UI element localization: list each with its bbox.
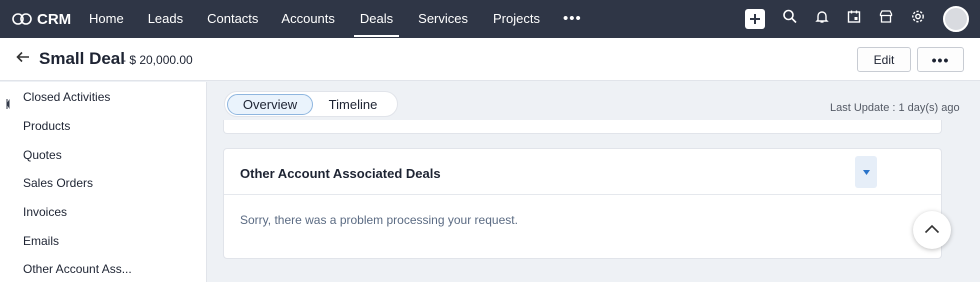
sidebar-item-products[interactable]: Products <box>23 119 70 133</box>
crm-logo-icon <box>12 12 32 26</box>
more-actions-button[interactable]: ••• <box>917 47 964 72</box>
gear-icon[interactable] <box>911 9 926 29</box>
nav-tab-home[interactable]: Home <box>89 0 124 38</box>
search-icon[interactable] <box>783 9 798 29</box>
chevron-up-icon <box>924 221 940 239</box>
sidebar-item-closed-activities[interactable]: Closed Activities <box>23 90 110 104</box>
other-account-deals-panel: Other Account Associated Deals Sorry, th… <box>223 148 942 259</box>
plus-icon[interactable] <box>745 9 765 29</box>
sidebar-item-invoices[interactable]: Invoices <box>23 205 67 219</box>
panel-header: Other Account Associated Deals <box>224 149 941 195</box>
sidebar-item-other-account-associated-deals[interactable]: Other Account Ass... <box>23 262 132 276</box>
sidebar-item-sales-orders[interactable]: Sales Orders <box>23 176 93 190</box>
nav-tabs: Home Leads Contacts Accounts Deals Servi… <box>88 0 582 38</box>
caret-down-icon <box>862 168 870 177</box>
scroll-to-top-button[interactable] <box>913 211 951 249</box>
collapse-handle-icon[interactable] <box>6 97 10 109</box>
nav-tab-accounts[interactable]: Accounts <box>281 0 334 38</box>
deal-title: Small Deal <box>39 49 125 68</box>
tab-overview[interactable]: Overview <box>227 94 313 115</box>
related-list-sidebar: Closed Activities Products Quotes Sales … <box>0 82 207 282</box>
panel-title: Other Account Associated Deals <box>240 166 441 181</box>
sidebar-item-emails[interactable]: Emails <box>23 234 59 248</box>
tab-timeline[interactable]: Timeline <box>317 94 389 115</box>
calendar-icon[interactable] <box>847 9 862 29</box>
view-tabs: Overview Timeline <box>224 91 398 117</box>
bell-icon[interactable] <box>815 9 830 29</box>
nav-tab-leads[interactable]: Leads <box>148 0 183 38</box>
sidebar-item-quotes[interactable]: Quotes <box>23 148 62 162</box>
brand[interactable]: CRM <box>12 11 88 28</box>
back-arrow-icon[interactable] <box>16 50 30 68</box>
nav-tab-deals[interactable]: Deals <box>353 0 400 38</box>
record-header: Small Deal - $ 20,000.00 Edit ••• <box>0 38 980 81</box>
nav-more-button[interactable]: ••• <box>563 0 582 38</box>
nav-tab-projects[interactable]: Projects <box>493 0 540 38</box>
top-navigation: CRM Home Leads Contacts Accounts Deals S… <box>0 0 980 38</box>
brand-name: CRM <box>37 10 72 28</box>
nav-tab-services[interactable]: Services <box>418 0 468 38</box>
last-update-text: Last Update : 1 day(s) ago <box>830 102 960 114</box>
panel-dropdown-button[interactable] <box>855 156 877 188</box>
avatar[interactable] <box>943 6 969 32</box>
edit-button[interactable]: Edit <box>857 47 911 72</box>
store-icon[interactable] <box>879 9 894 29</box>
nav-tab-contacts[interactable]: Contacts <box>207 0 258 38</box>
previous-panel-edge <box>223 120 942 134</box>
error-message: Sorry, there was a problem processing yo… <box>240 213 518 227</box>
deal-amount: - $ 20,000.00 <box>122 53 193 67</box>
